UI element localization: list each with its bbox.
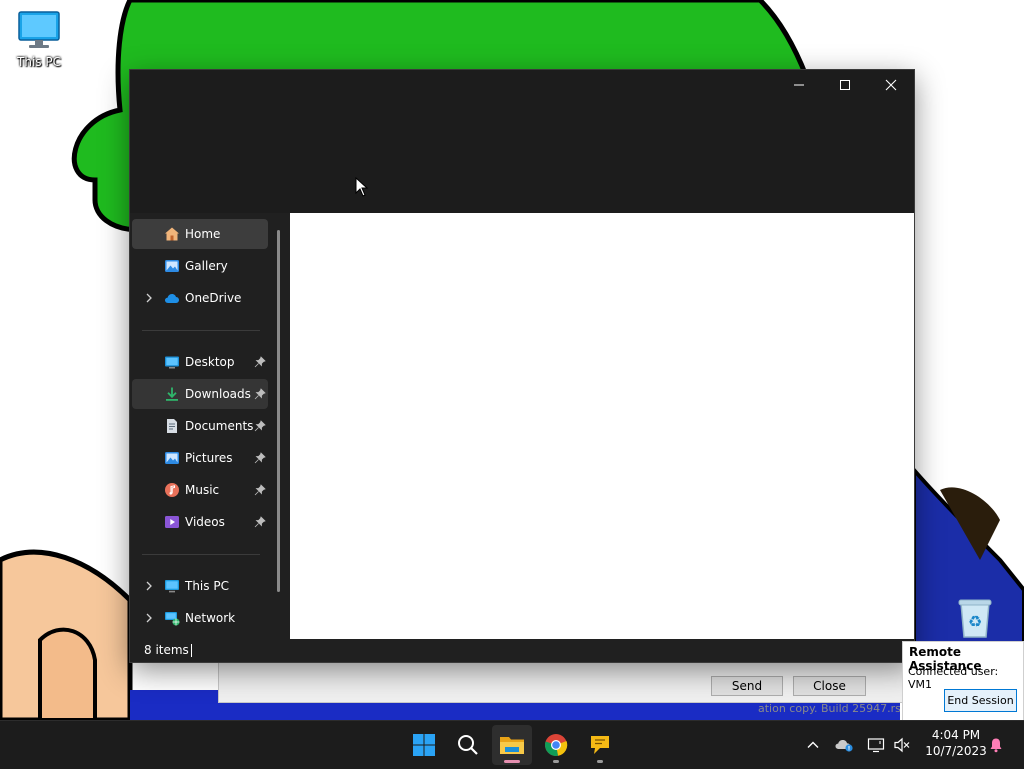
connected-user-label: Connected user: VM1	[908, 665, 999, 691]
taskbar	[0, 720, 1024, 769]
taskbar-feedback[interactable]	[580, 725, 620, 765]
clock-time: 4:04 PM	[931, 728, 981, 742]
nav-item-onedrive[interactable]: OneDrive	[132, 283, 268, 313]
status-divider	[191, 644, 192, 657]
remote-assistance-panel: Remote Assistance Connected user: VM1 En…	[902, 641, 1024, 721]
nav-item-home[interactable]: Home	[132, 219, 268, 249]
desktop-icon-this-pc[interactable]: This PC	[8, 10, 70, 69]
close-icon	[885, 79, 897, 91]
video-icon	[165, 516, 179, 528]
tray-display[interactable]	[866, 735, 886, 755]
clock-date: 10/7/2023	[925, 744, 987, 758]
close-button[interactable]	[868, 70, 914, 100]
nav-label: Music	[185, 483, 220, 497]
chevron-right-icon[interactable]	[143, 580, 155, 592]
download-icon	[166, 387, 178, 401]
pin-icon	[254, 452, 266, 464]
pin-icon	[254, 388, 266, 400]
monitor-icon	[165, 580, 179, 593]
nav-item-documents[interactable]: Documents	[132, 411, 268, 441]
tray-volume[interactable]	[892, 735, 912, 755]
nav-label: Gallery	[185, 259, 228, 273]
chrome-icon	[545, 734, 568, 756]
pictures-icon	[165, 452, 179, 464]
gallery-icon	[165, 260, 179, 272]
document-icon	[167, 419, 177, 433]
desktop-icon-label: This PC	[17, 55, 61, 69]
nav-scrollbar[interactable]	[277, 230, 280, 592]
watermark-line2: ation copy. Build 25947.rs_p	[758, 702, 900, 715]
maximize-icon	[840, 80, 850, 90]
file-explorer-icon	[500, 737, 524, 754]
minimize-button[interactable]	[776, 70, 822, 100]
network-icon	[165, 612, 180, 626]
file-explorer-window: Home Gallery OneDrive Desktop Downloads …	[129, 69, 915, 663]
nav-label: OneDrive	[185, 291, 242, 305]
nav-item-music[interactable]: Music	[132, 475, 268, 505]
nav-label: Documents	[185, 419, 254, 433]
pin-icon	[254, 484, 266, 496]
nav-separator	[142, 554, 260, 555]
desktop-folder-icon	[165, 356, 179, 369]
music-icon	[165, 483, 179, 497]
pin-icon	[254, 420, 266, 432]
tray-onedrive[interactable]	[834, 735, 854, 755]
running-indicator	[597, 760, 603, 763]
nav-label: Pictures	[185, 451, 233, 465]
recycle-bin-icon: ♻	[958, 599, 992, 638]
cloud-icon	[165, 294, 179, 303]
home-icon	[165, 227, 179, 241]
status-bar: 8 items	[130, 639, 914, 662]
svg-text:♻: ♻	[968, 612, 982, 631]
active-indicator	[504, 760, 520, 763]
start-button[interactable]	[404, 725, 444, 765]
minimize-icon	[794, 84, 804, 86]
running-indicator	[553, 760, 559, 763]
close-dialog-button[interactable]: Close	[793, 676, 866, 696]
nav-item-this-pc[interactable]: This PC	[132, 571, 268, 601]
chevron-right-icon[interactable]	[143, 292, 155, 304]
volume-muted-icon	[894, 737, 910, 753]
nav-label: Videos	[185, 515, 225, 529]
file-list-area[interactable]	[290, 213, 914, 639]
nav-item-network[interactable]: Network	[132, 603, 268, 633]
monitor-icon	[18, 11, 60, 48]
nav-item-desktop[interactable]: Desktop	[132, 347, 268, 377]
feedback-icon	[591, 736, 609, 754]
windows-start-icon	[413, 734, 435, 756]
nav-item-videos[interactable]: Videos	[132, 507, 268, 537]
nav-label: This PC	[185, 579, 229, 593]
title-bar[interactable]	[130, 70, 914, 213]
desktop-icon-recycle-bin[interactable]: ♻	[953, 597, 997, 639]
chevron-up-icon	[807, 741, 819, 748]
send-button[interactable]: Send	[711, 676, 783, 696]
nav-item-pictures[interactable]: Pictures	[132, 443, 268, 473]
taskbar-clock[interactable]: 4:04 PM 10/7/2023	[916, 727, 996, 759]
item-count: 8 items	[144, 643, 189, 657]
search-icon	[458, 735, 478, 755]
taskbar-chrome[interactable]	[536, 725, 576, 765]
nav-label: Downloads	[185, 387, 251, 401]
end-session-button[interactable]: End Session	[944, 689, 1017, 712]
taskbar-file-explorer[interactable]	[492, 725, 532, 765]
navigation-pane: Home Gallery OneDrive Desktop Downloads …	[130, 213, 290, 639]
mouse-cursor-icon	[355, 177, 369, 197]
maximize-button[interactable]	[822, 70, 868, 100]
pin-icon	[254, 356, 266, 368]
search-button[interactable]	[448, 725, 488, 765]
nav-separator	[142, 330, 260, 331]
onedrive-status-icon	[835, 740, 853, 752]
nav-label: Desktop	[185, 355, 235, 369]
chevron-right-icon[interactable]	[143, 612, 155, 624]
pin-icon	[254, 516, 266, 528]
nav-label: Home	[185, 227, 221, 241]
show-hidden-icons[interactable]	[803, 735, 823, 755]
nav-item-downloads[interactable]: Downloads	[132, 379, 268, 409]
display-icon	[867, 738, 885, 753]
nav-item-gallery[interactable]: Gallery	[132, 251, 268, 281]
nav-label: Network	[185, 611, 236, 625]
